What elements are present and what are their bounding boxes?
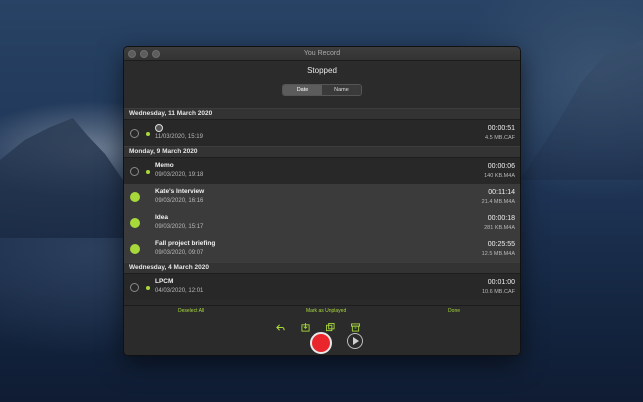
- section-header: Monday, 9 March 2020: [124, 146, 520, 158]
- list-item[interactable]: Memo 09/03/2020, 19:18 00:00:06 140 KB.M…: [124, 158, 520, 184]
- unplayed-dot: [146, 132, 150, 136]
- reply-icon[interactable]: [276, 323, 285, 332]
- mark-unplayed-button[interactable]: Mark as Unplayed: [306, 308, 346, 314]
- section-header: Wednesday, 11 March 2020: [124, 108, 520, 120]
- select-circle[interactable]: [130, 129, 139, 138]
- minimize-button[interactable]: [140, 50, 148, 58]
- list-item[interactable]: Idea 09/03/2020, 15:17 00:00:18 281 KB.M…: [124, 210, 520, 236]
- item-date: 09/03/2020, 15:17: [155, 224, 204, 230]
- item-duration: 00:11:14: [488, 189, 515, 196]
- item-duration: 00:01:00: [487, 279, 515, 286]
- section-header: Wednesday, 4 March 2020: [124, 262, 520, 274]
- action-footer: Deselect All Mark as Unplayed Done: [124, 305, 520, 355]
- item-duration: 00:25:55: [487, 241, 515, 248]
- zoom-button[interactable]: [152, 50, 160, 58]
- item-size: 12.5 MB.M4A: [481, 251, 515, 257]
- item-name: Idea: [155, 214, 169, 221]
- item-name: LPCM: [155, 278, 174, 285]
- import-icon[interactable]: [301, 323, 310, 332]
- item-date: 09/03/2020, 19:18: [155, 172, 204, 178]
- item-name: Fall project briefing: [155, 240, 216, 247]
- list-item[interactable]: 11/03/2020, 15:19 00:00:51 4.5 MB.CAF: [124, 120, 520, 146]
- checked-circle[interactable]: [130, 192, 140, 202]
- wallpaper-island: [520, 40, 643, 180]
- sort-segmented-control: Date Name: [282, 84, 362, 96]
- item-size: 140 KB.M4A: [484, 173, 515, 179]
- play-button[interactable]: [347, 333, 363, 349]
- done-button[interactable]: Done: [448, 308, 460, 314]
- titlebar: You Record: [124, 47, 520, 61]
- list-item[interactable]: Kate's Interview 09/03/2020, 16:16 00:11…: [124, 184, 520, 210]
- window-title: You Record: [303, 50, 341, 57]
- toolbar: [276, 323, 360, 332]
- unplayed-dot: [146, 286, 150, 290]
- traffic-lights: [128, 50, 160, 58]
- status-header: Stopped Date Name: [124, 61, 520, 109]
- wallpaper-island: [0, 118, 140, 238]
- list-item[interactable]: LPCM 04/03/2020, 12:01 00:01:00 10.6 MB.…: [124, 274, 520, 300]
- select-circle[interactable]: [130, 283, 139, 292]
- item-size: 281 KB.M4A: [484, 225, 515, 231]
- item-date: 04/03/2020, 12:01: [155, 288, 204, 294]
- item-duration: 00:00:06: [487, 163, 515, 170]
- recordings-list[interactable]: Wednesday, 11 March 2020 11/03/2020, 15:…: [124, 108, 520, 315]
- archive-icon[interactable]: [351, 323, 360, 332]
- app-window: You Record Stopped Date Name Wednesday, …: [123, 46, 521, 356]
- recording-status: Stopped: [307, 66, 337, 75]
- unplayed-dot: [146, 170, 150, 174]
- duplicate-icon[interactable]: [326, 323, 335, 332]
- item-duration: 00:00:18: [487, 215, 515, 222]
- select-circle[interactable]: [130, 167, 139, 176]
- action-bar: Deselect All Mark as Unplayed Done: [124, 306, 520, 314]
- close-button[interactable]: [128, 50, 136, 58]
- record-button[interactable]: [310, 332, 332, 354]
- item-date: 09/03/2020, 09:07: [155, 250, 204, 256]
- item-date: 11/03/2020, 15:19: [155, 134, 203, 140]
- item-size: 4.5 MB.CAF: [485, 135, 515, 141]
- checked-circle[interactable]: [130, 244, 140, 254]
- sort-date-button[interactable]: Date: [283, 85, 322, 95]
- sort-name-button[interactable]: Name: [322, 85, 361, 95]
- item-name: Kate's Interview: [155, 188, 205, 195]
- item-duration: 00:00:51: [487, 125, 515, 132]
- list-item[interactable]: Fall project briefing 09/03/2020, 09:07 …: [124, 236, 520, 262]
- checked-circle[interactable]: [130, 218, 140, 228]
- item-size: 10.6 MB.CAF: [481, 289, 515, 295]
- item-size: 21.4 MB.M4A: [481, 199, 515, 205]
- item-name: Memo: [155, 162, 174, 169]
- item-date: 09/03/2020, 16:16: [155, 198, 204, 204]
- globe-icon: [155, 124, 163, 132]
- deselect-all-button[interactable]: Deselect All: [178, 308, 204, 314]
